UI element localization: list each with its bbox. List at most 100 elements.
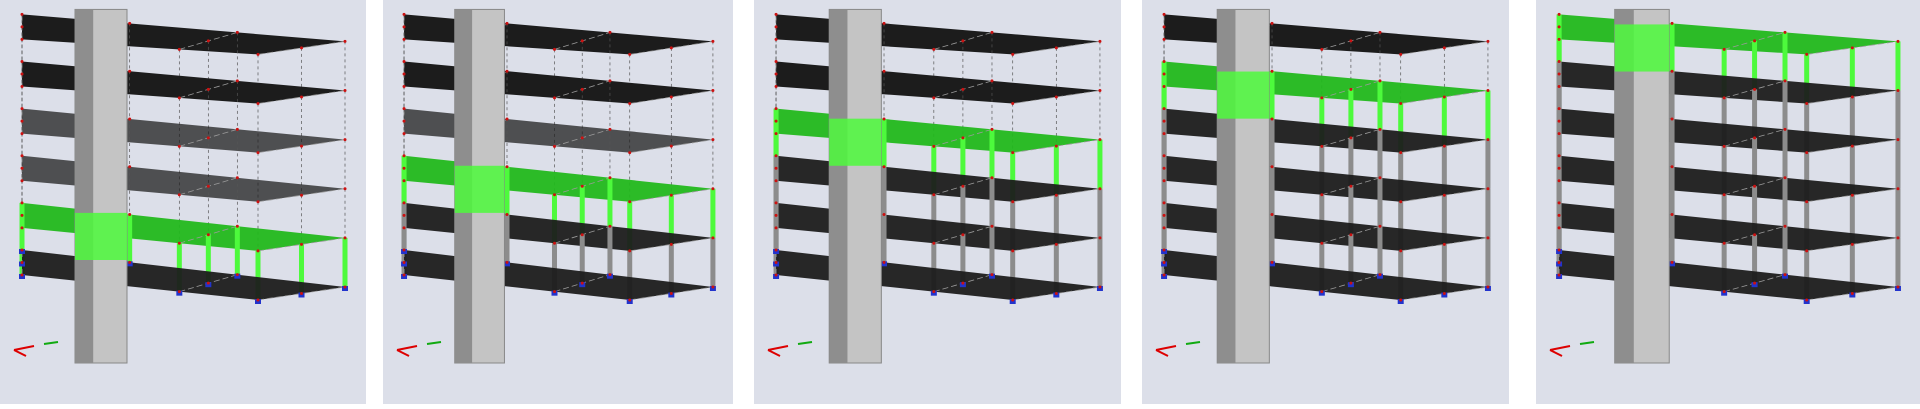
node-marker-icon (505, 165, 509, 169)
node-marker-icon (1442, 95, 1446, 99)
node-marker-icon (177, 96, 181, 100)
node-marker-icon (552, 290, 556, 294)
node-marker-icon (1098, 236, 1102, 240)
node-marker-icon (1011, 249, 1015, 253)
node-marker-icon (628, 151, 632, 155)
node-marker-icon (1162, 201, 1166, 205)
node-marker-icon (1557, 213, 1561, 217)
node-marker-icon (402, 213, 406, 217)
node-marker-icon (1557, 37, 1561, 41)
node-marker-icon (300, 292, 303, 295)
stage-panel-2 (383, 0, 733, 409)
node-marker-icon (1557, 119, 1561, 123)
node-marker-icon (1486, 236, 1490, 240)
node-marker-icon (882, 213, 886, 217)
node-marker-icon (1557, 132, 1561, 136)
node-marker-icon (505, 213, 509, 217)
stage-panel-5 (1536, 0, 1920, 409)
node-marker-icon (1805, 52, 1809, 56)
node-marker-icon (206, 281, 210, 285)
node-marker-icon (1054, 95, 1058, 99)
node-marker-icon (1349, 281, 1353, 285)
node-marker-icon (1098, 187, 1102, 191)
node-marker-icon (1399, 151, 1403, 155)
node-marker-icon (20, 179, 24, 183)
node-marker-icon (402, 273, 406, 277)
node-marker-icon (1670, 69, 1674, 73)
node-marker-icon (300, 95, 303, 99)
node-marker-icon (1557, 12, 1561, 16)
node-marker-icon (990, 273, 994, 277)
node-marker-icon (402, 154, 406, 158)
node-marker-icon (206, 184, 210, 188)
node-marker-icon (235, 30, 239, 34)
node-marker-icon (961, 281, 965, 285)
node-marker-icon (20, 166, 24, 170)
node-marker-icon (402, 72, 406, 76)
node-marker-icon (882, 165, 886, 169)
node-marker-icon (20, 12, 24, 16)
node-marker-icon (1162, 273, 1166, 277)
node-marker-icon (1320, 144, 1324, 148)
node-marker-icon (343, 39, 347, 43)
node-marker-icon (1722, 144, 1726, 148)
node-marker-icon (1098, 285, 1102, 289)
node-marker-icon (256, 200, 260, 204)
node-marker-icon (256, 249, 260, 253)
node-marker-icon (669, 144, 673, 148)
node-marker-icon (1722, 193, 1726, 197)
node-marker-icon (932, 290, 936, 294)
node-marker-icon (1850, 242, 1854, 246)
node-marker-icon (1557, 107, 1561, 111)
node-marker-icon (628, 52, 632, 56)
node-marker-icon (300, 46, 303, 50)
node-marker-icon (1896, 39, 1900, 43)
node-marker-icon (1753, 136, 1757, 140)
node-marker-icon (343, 285, 347, 289)
node-marker-icon (1054, 46, 1058, 50)
node-marker-icon (1054, 144, 1058, 148)
node-marker-icon (402, 107, 406, 111)
node-marker-icon (402, 60, 406, 64)
node-marker-icon (774, 166, 778, 170)
node-marker-icon (552, 241, 556, 245)
node-marker-icon (1011, 151, 1015, 155)
node-marker-icon (1442, 144, 1446, 148)
node-marker-icon (343, 236, 347, 240)
node-marker-icon (1783, 176, 1787, 180)
node-marker-icon (628, 102, 632, 106)
node-marker-icon (1399, 249, 1403, 253)
node-marker-icon (1098, 39, 1102, 43)
node-marker-icon (402, 119, 406, 123)
node-marker-icon (20, 154, 24, 158)
node-marker-icon (1162, 37, 1166, 41)
node-marker-icon (402, 25, 406, 29)
node-marker-icon (1670, 117, 1674, 121)
node-marker-icon (402, 201, 406, 205)
node-marker-icon (1753, 184, 1757, 188)
node-marker-icon (128, 213, 132, 217)
node-marker-icon (128, 21, 132, 25)
node-marker-icon (990, 176, 994, 180)
node-marker-icon (608, 224, 612, 228)
node-marker-icon (177, 241, 181, 245)
node-marker-icon (1270, 213, 1274, 217)
node-marker-icon (1349, 39, 1353, 43)
node-marker-icon (20, 119, 24, 123)
node-marker-icon (774, 154, 778, 158)
node-marker-icon (1670, 21, 1674, 25)
node-marker-icon (711, 89, 715, 93)
node-marker-icon (128, 69, 132, 73)
node-marker-icon (1162, 248, 1166, 252)
node-marker-icon (402, 248, 406, 252)
core-wall-side (1217, 9, 1236, 364)
node-marker-icon (1349, 87, 1353, 91)
node-marker-icon (1320, 241, 1324, 245)
node-marker-icon (774, 119, 778, 123)
node-marker-icon (235, 79, 239, 83)
node-marker-icon (300, 193, 303, 197)
node-marker-icon (177, 144, 181, 148)
node-marker-icon (1486, 39, 1490, 43)
node-marker-icon (235, 127, 239, 131)
core-wall-side (75, 9, 94, 364)
